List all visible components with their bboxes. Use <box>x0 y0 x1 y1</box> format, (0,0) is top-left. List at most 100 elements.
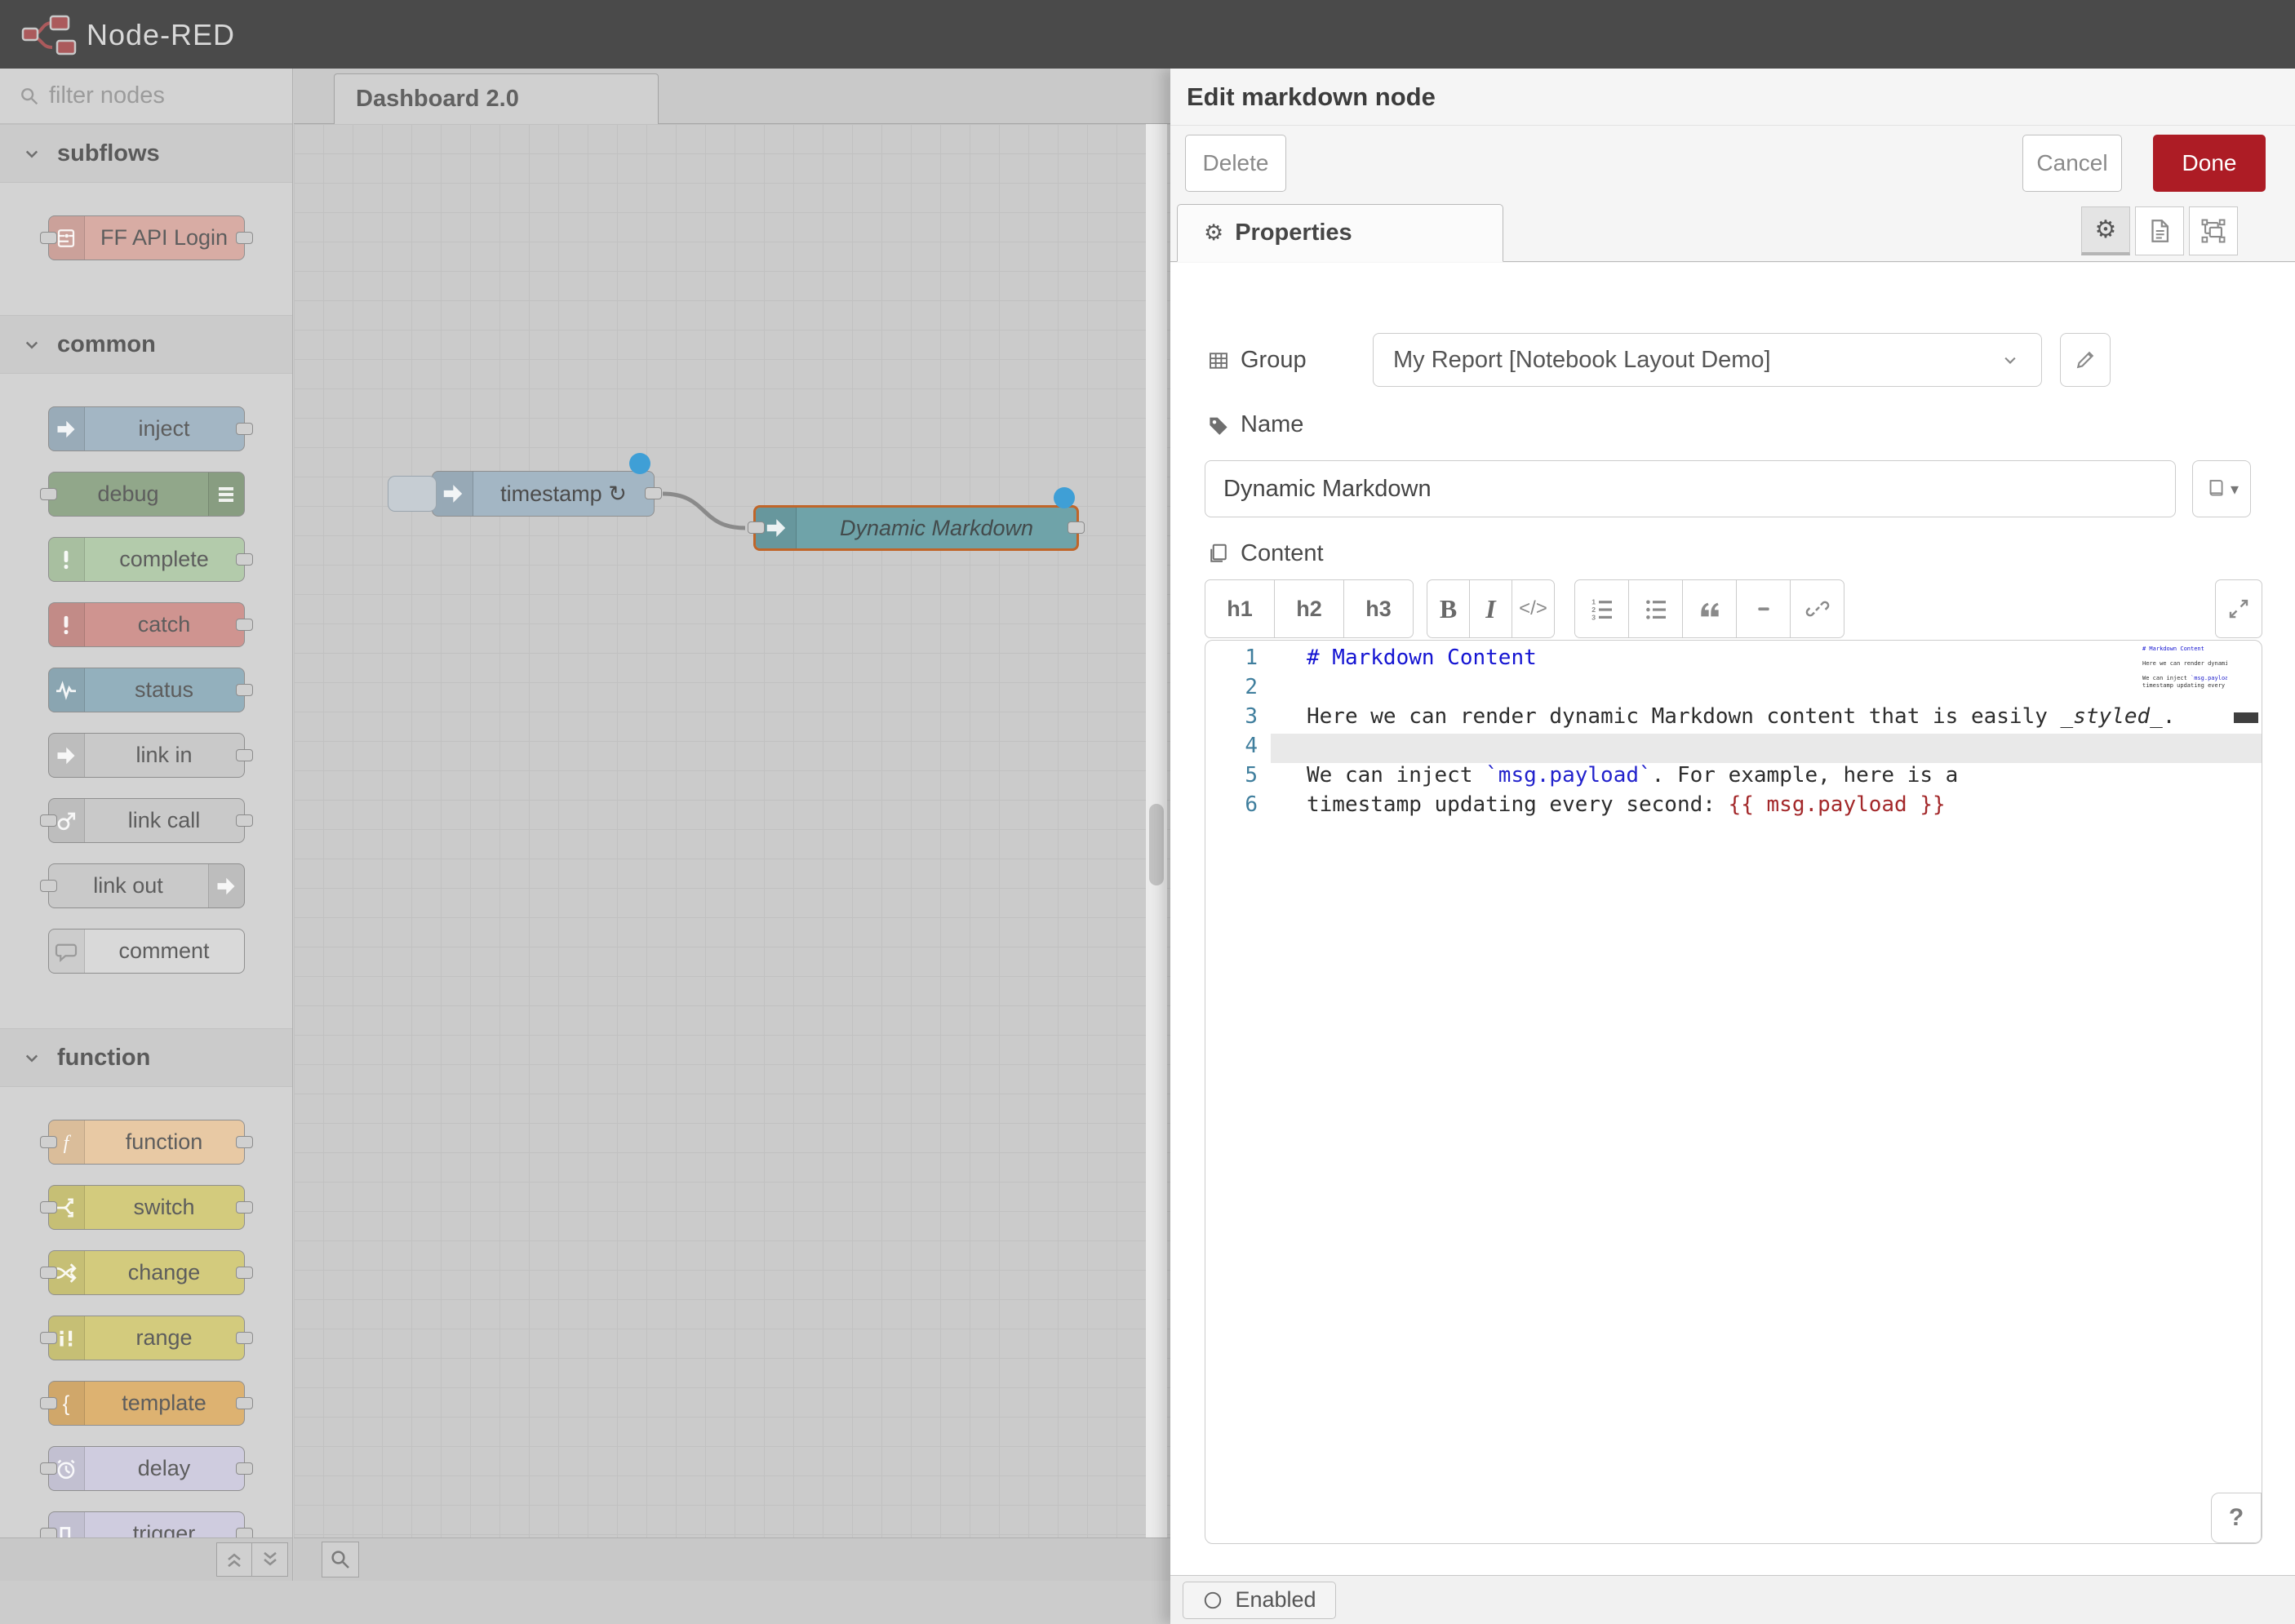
input-port[interactable] <box>40 1201 57 1214</box>
palette-node-debug[interactable]: debug <box>48 472 245 517</box>
ordered-list-button[interactable]: 1 2 3 <box>1574 579 1629 638</box>
horizontal-rule-button[interactable] <box>1736 579 1791 638</box>
flow-canvas[interactable]: Dashboard 2.0 timestamp ↻ Dynamic Markdow… <box>294 69 1170 1581</box>
palette-node-comment[interactable]: comment <box>48 929 245 974</box>
input-port[interactable] <box>40 1332 57 1344</box>
canvas-search-button[interactable] <box>322 1542 359 1577</box>
palette-section-common[interactable]: common <box>0 315 292 374</box>
canvas-scrollbar[interactable] <box>1146 124 1167 1537</box>
output-port[interactable] <box>236 1267 253 1279</box>
palette-node-FF-API-Login[interactable]: FF API Login <box>48 215 245 260</box>
node-red-logo <box>21 13 80 55</box>
output-port[interactable] <box>236 1462 253 1475</box>
properties-icon-button[interactable]: ⚙ <box>2081 206 2130 255</box>
heading2-button[interactable]: h2 <box>1274 579 1344 638</box>
palette-section-function[interactable]: function <box>0 1028 292 1087</box>
palette-node-complete[interactable]: complete <box>48 537 245 582</box>
appearance-icon-button[interactable] <box>2189 206 2238 255</box>
code-line[interactable]: 6timestamp updating every second: {{ msg… <box>1205 792 2262 822</box>
palette-node-delay[interactable]: delay <box>48 1446 245 1491</box>
output-port[interactable] <box>236 1528 253 1538</box>
output-port[interactable] <box>236 1332 253 1344</box>
bold-button[interactable]: B <box>1427 579 1470 638</box>
name-input[interactable] <box>1205 460 2176 517</box>
palette-section-subflows[interactable]: subflows <box>0 124 292 183</box>
input-port[interactable] <box>40 1397 57 1409</box>
output-port[interactable] <box>236 619 253 631</box>
code-line[interactable]: 1# Markdown Content <box>1205 646 2262 675</box>
output-port[interactable] <box>236 423 253 435</box>
palette-node-catch[interactable]: catch <box>48 602 245 647</box>
palette-node-trigger[interactable]: trigger <box>48 1511 245 1537</box>
code-line[interactable]: 4 <box>1205 734 2262 763</box>
expand-icon <box>2226 597 2251 621</box>
delete-button[interactable]: Delete <box>1185 135 1286 192</box>
input-port[interactable] <box>40 232 57 244</box>
exclamation-icon <box>49 603 85 646</box>
palette-node-change[interactable]: change <box>48 1250 245 1295</box>
blockquote-button[interactable] <box>1682 579 1737 638</box>
tab-properties[interactable]: ⚙ Properties <box>1177 204 1503 262</box>
output-port[interactable] <box>236 749 253 761</box>
output-port[interactable] <box>236 1136 253 1148</box>
output-port[interactable] <box>236 1397 253 1409</box>
flow-node-timestamp-[interactable]: timestamp ↻ <box>432 471 655 517</box>
description-icon-button[interactable] <box>2135 206 2184 255</box>
editor-help-button[interactable]: ? <box>2211 1493 2262 1543</box>
input-port[interactable] <box>40 1462 57 1475</box>
canvas-scrollbar-thumb[interactable] <box>1149 804 1164 885</box>
palette-node-link-out[interactable]: link out <box>48 863 245 908</box>
input-port[interactable] <box>40 880 57 892</box>
unordered-list-button[interactable] <box>1628 579 1683 638</box>
palette-node-function[interactable]: ffunction <box>48 1120 245 1165</box>
flow-node-dynamic-markdown[interactable]: Dynamic Markdown <box>753 505 1079 551</box>
code-line[interactable]: 2 <box>1205 675 2262 704</box>
insert-link-button[interactable] <box>1790 579 1844 638</box>
line-number: 1 <box>1205 646 1271 675</box>
output-port[interactable] <box>236 814 253 827</box>
enabled-toggle-button[interactable]: Enabled <box>1183 1582 1336 1619</box>
output-port[interactable] <box>1068 521 1085 534</box>
editor-minimap[interactable]: # Markdown Content Here we can render dy… <box>2142 646 2227 694</box>
node-label: link out <box>49 864 208 907</box>
node-red-app: Node-RED filter nodes subflowsFF API Log… <box>0 0 2295 1624</box>
workspace-tab-dashboard[interactable]: Dashboard 2.0 <box>334 73 659 124</box>
palette-node-status[interactable]: status <box>48 668 245 712</box>
name-type-button[interactable]: ▾ <box>2192 460 2251 517</box>
output-port[interactable] <box>236 232 253 244</box>
canvas-grid[interactable]: timestamp ↻ Dynamic Markdown <box>294 124 1170 1537</box>
input-port[interactable] <box>40 1267 57 1279</box>
palette-node-template[interactable]: {template <box>48 1381 245 1426</box>
input-port[interactable] <box>40 1528 57 1538</box>
italic-button[interactable]: I <box>1469 579 1512 638</box>
palette-node-switch[interactable]: switch <box>48 1185 245 1230</box>
heading1-button[interactable]: h1 <box>1205 579 1275 638</box>
cancel-button[interactable]: Cancel <box>2022 135 2122 192</box>
input-port[interactable] <box>40 814 57 827</box>
input-port[interactable] <box>40 1136 57 1148</box>
output-port[interactable] <box>645 487 662 499</box>
code-line[interactable]: 5We can inject `msg.payload`. For exampl… <box>1205 763 2262 792</box>
group-select[interactable]: My Report [Notebook Layout Demo] <box>1373 333 2042 387</box>
input-port[interactable] <box>40 488 57 500</box>
palette-node-link-in[interactable]: link in <box>48 733 245 778</box>
output-port[interactable] <box>236 553 253 566</box>
palette-node-inject[interactable]: inject <box>48 406 245 451</box>
palette-node-range[interactable]: range <box>48 1316 245 1360</box>
inject-trigger-button[interactable] <box>388 476 437 512</box>
group-edit-button[interactable] <box>2060 333 2111 387</box>
palette-expand-all-button[interactable] <box>252 1542 288 1577</box>
done-button[interactable]: Done <box>2153 135 2266 192</box>
output-port[interactable] <box>236 1201 253 1214</box>
expand-editor-button[interactable] <box>2215 579 2262 638</box>
wire[interactable] <box>663 494 745 528</box>
output-port[interactable] <box>236 684 253 696</box>
palette-node-link-call[interactable]: link call <box>48 798 245 843</box>
palette-collapse-all-button[interactable] <box>216 1542 252 1577</box>
code-line[interactable]: 3Here we can render dynamic Markdown con… <box>1205 704 2262 734</box>
code-button[interactable]: </> <box>1512 579 1555 638</box>
input-port[interactable] <box>748 521 765 534</box>
heading3-button[interactable]: h3 <box>1343 579 1414 638</box>
markdown-code-editor[interactable]: 1# Markdown Content23Here we can render … <box>1205 640 2262 1544</box>
palette-filter-input[interactable]: filter nodes <box>0 69 292 124</box>
